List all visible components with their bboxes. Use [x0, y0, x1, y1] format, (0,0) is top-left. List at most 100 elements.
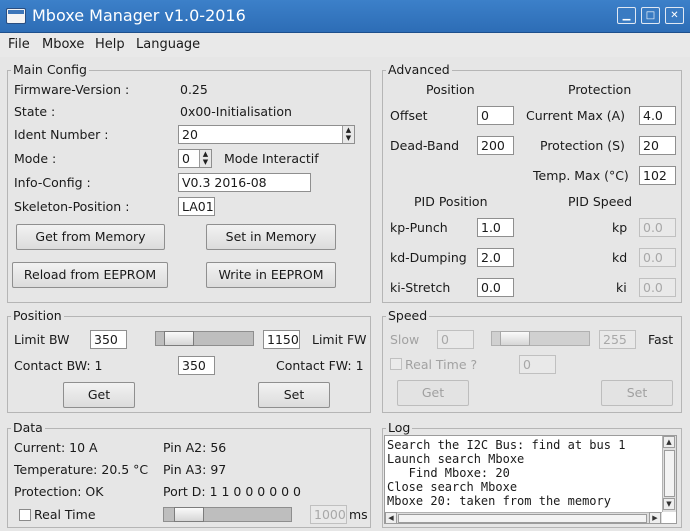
deadband-value: 200 — [481, 138, 505, 153]
minimize-button[interactable]: ▁ — [617, 7, 636, 24]
main-config-legend: Main Config — [11, 62, 89, 77]
ident-number-value: 20 — [182, 127, 198, 142]
log-vertical-scrollbar[interactable]: ▲ ▼ — [662, 436, 676, 512]
speed-realtime-input[interactable]: 0 — [519, 355, 556, 374]
fast-input[interactable]: 255 — [599, 330, 636, 349]
menu-file[interactable]: File — [8, 37, 30, 52]
state-value: 0x00-Initialisation — [180, 104, 292, 119]
info-config-label: Info-Config : — [14, 175, 91, 190]
mode-text: Mode Interactif — [224, 151, 319, 166]
menu-bar: File Mboxe Help Language — [0, 33, 690, 57]
scroll-left-icon[interactable]: ◀ — [385, 512, 397, 523]
skeleton-value: LA01 — [182, 199, 214, 214]
kp-punch-input[interactable]: 1.0 — [477, 218, 514, 237]
log-vertical-thumb[interactable] — [664, 450, 675, 497]
log-line: Mboxe 20: taken from the memory — [387, 494, 611, 508]
state-label: State : — [14, 104, 56, 119]
ki-label: ki — [616, 280, 627, 295]
speed-realtime-checkbox[interactable] — [390, 358, 402, 370]
spin-down-icon[interactable]: ▼ — [343, 134, 354, 142]
spin-up-icon[interactable]: ▲ — [200, 150, 211, 158]
reload-eeprom-button[interactable]: Reload from EEPROM — [12, 262, 168, 288]
data-legend: Data — [11, 420, 45, 435]
limit-bw-input[interactable]: 350 — [90, 330, 127, 349]
spin-up-icon[interactable]: ▲ — [343, 126, 354, 134]
speed-slider[interactable] — [491, 331, 590, 346]
current-max-input[interactable]: 4.0 — [639, 106, 676, 125]
set-in-memory-button[interactable]: Set in Memory — [206, 224, 336, 250]
ki-stretch-value: 0.0 — [481, 280, 501, 295]
mode-spinner[interactable]: ▲ ▼ — [199, 150, 211, 167]
skeleton-input[interactable]: LA01 — [178, 197, 215, 216]
app-icon — [6, 8, 26, 24]
scroll-right-icon[interactable]: ▶ — [649, 512, 661, 523]
limit-bw-value: 350 — [94, 332, 118, 347]
speed-set-button[interactable]: Set — [601, 380, 673, 406]
ident-spinner[interactable]: ▲ ▼ — [342, 126, 354, 143]
ident-label: Ident Number : — [14, 127, 109, 142]
limit-fw-label: Limit FW — [312, 332, 367, 347]
firmware-label: Firmware-Version : — [14, 82, 130, 97]
scroll-down-icon[interactable]: ▼ — [663, 498, 675, 510]
speed-slider-handle[interactable] — [500, 331, 530, 346]
kp-punch-value: 1.0 — [481, 220, 501, 235]
maximize-button[interactable]: □ — [641, 7, 660, 24]
advanced-panel — [382, 70, 682, 303]
write-eeprom-button[interactable]: Write in EEPROM — [206, 262, 336, 288]
speed-get-button[interactable]: Get — [397, 380, 469, 406]
menu-mboxe[interactable]: Mboxe — [42, 37, 84, 52]
kp-punch-label: kp-Punch — [390, 220, 448, 235]
close-button[interactable]: ✕ — [665, 7, 684, 24]
pid-position-header: PID Position — [414, 194, 488, 209]
limit-fw-input[interactable]: 1150 — [263, 330, 300, 349]
position-slider[interactable] — [155, 331, 254, 346]
protection-header: Protection — [568, 82, 632, 97]
mode-value: 0 — [182, 151, 190, 166]
position-set-button[interactable]: Set — [258, 382, 330, 408]
spin-down-icon[interactable]: ▼ — [200, 158, 211, 166]
get-from-memory-button[interactable]: Get from Memory — [16, 224, 165, 250]
offset-label: Offset — [390, 108, 428, 123]
kp-input[interactable]: 0.0 — [639, 218, 676, 237]
scroll-up-icon[interactable]: ▲ — [663, 436, 675, 448]
kd-dumping-input[interactable]: 2.0 — [477, 248, 514, 267]
info-config-input[interactable]: V0.3 2016-08 — [178, 173, 311, 192]
menu-language[interactable]: Language — [136, 37, 200, 52]
speed-legend: Speed — [386, 308, 430, 323]
deadband-input[interactable]: 200 — [477, 136, 514, 155]
interval-slider-handle[interactable] — [174, 507, 204, 522]
log-horizontal-thumb[interactable] — [398, 514, 647, 523]
position-slider-handle[interactable] — [164, 331, 194, 346]
kd-dumping-value: 2.0 — [481, 250, 501, 265]
offset-input[interactable]: 0 — [477, 106, 514, 125]
contact-input[interactable]: 350 — [178, 356, 215, 375]
protection-s-value: 20 — [643, 138, 659, 153]
interval-slider[interactable] — [163, 507, 292, 522]
kd-input[interactable]: 0.0 — [639, 248, 676, 267]
ki-stretch-input[interactable]: 0.0 — [477, 278, 514, 297]
fast-value: 255 — [603, 332, 627, 347]
position-header: Position — [426, 82, 475, 97]
protection-s-label: Protection (S) — [540, 138, 625, 153]
kp-label: kp — [612, 220, 628, 235]
interval-input[interactable]: 1000 — [310, 505, 347, 524]
log-horizontal-scrollbar[interactable]: ◀ ▶ — [385, 512, 662, 523]
position-get-button[interactable]: Get — [63, 382, 135, 408]
deadband-label: Dead-Band — [390, 138, 460, 153]
ki-input[interactable]: 0.0 — [639, 278, 676, 297]
protection-s-input[interactable]: 20 — [639, 136, 676, 155]
slow-value: 0 — [441, 332, 449, 347]
temp-max-value: 102 — [643, 168, 667, 183]
port-d-text: Port D: 1 1 0 0 0 0 0 0 — [163, 484, 302, 499]
window-title: Mboxe Manager v1.0-2016 — [32, 6, 246, 25]
info-config-value: V0.3 2016-08 — [182, 175, 267, 190]
log-text-area[interactable]: Search the I2C Bus: find at bus 1 Launch… — [384, 435, 677, 524]
kd-value: 0.0 — [643, 250, 663, 265]
temp-max-input[interactable]: 102 — [639, 166, 676, 185]
fast-label: Fast — [648, 332, 674, 347]
data-realtime-checkbox[interactable] — [19, 509, 31, 521]
slow-input[interactable]: 0 — [437, 330, 474, 349]
menu-help[interactable]: Help — [95, 37, 125, 52]
log-line: Find Mboxe: 20 — [387, 466, 510, 480]
ident-number-input[interactable]: 20 — [178, 125, 355, 144]
